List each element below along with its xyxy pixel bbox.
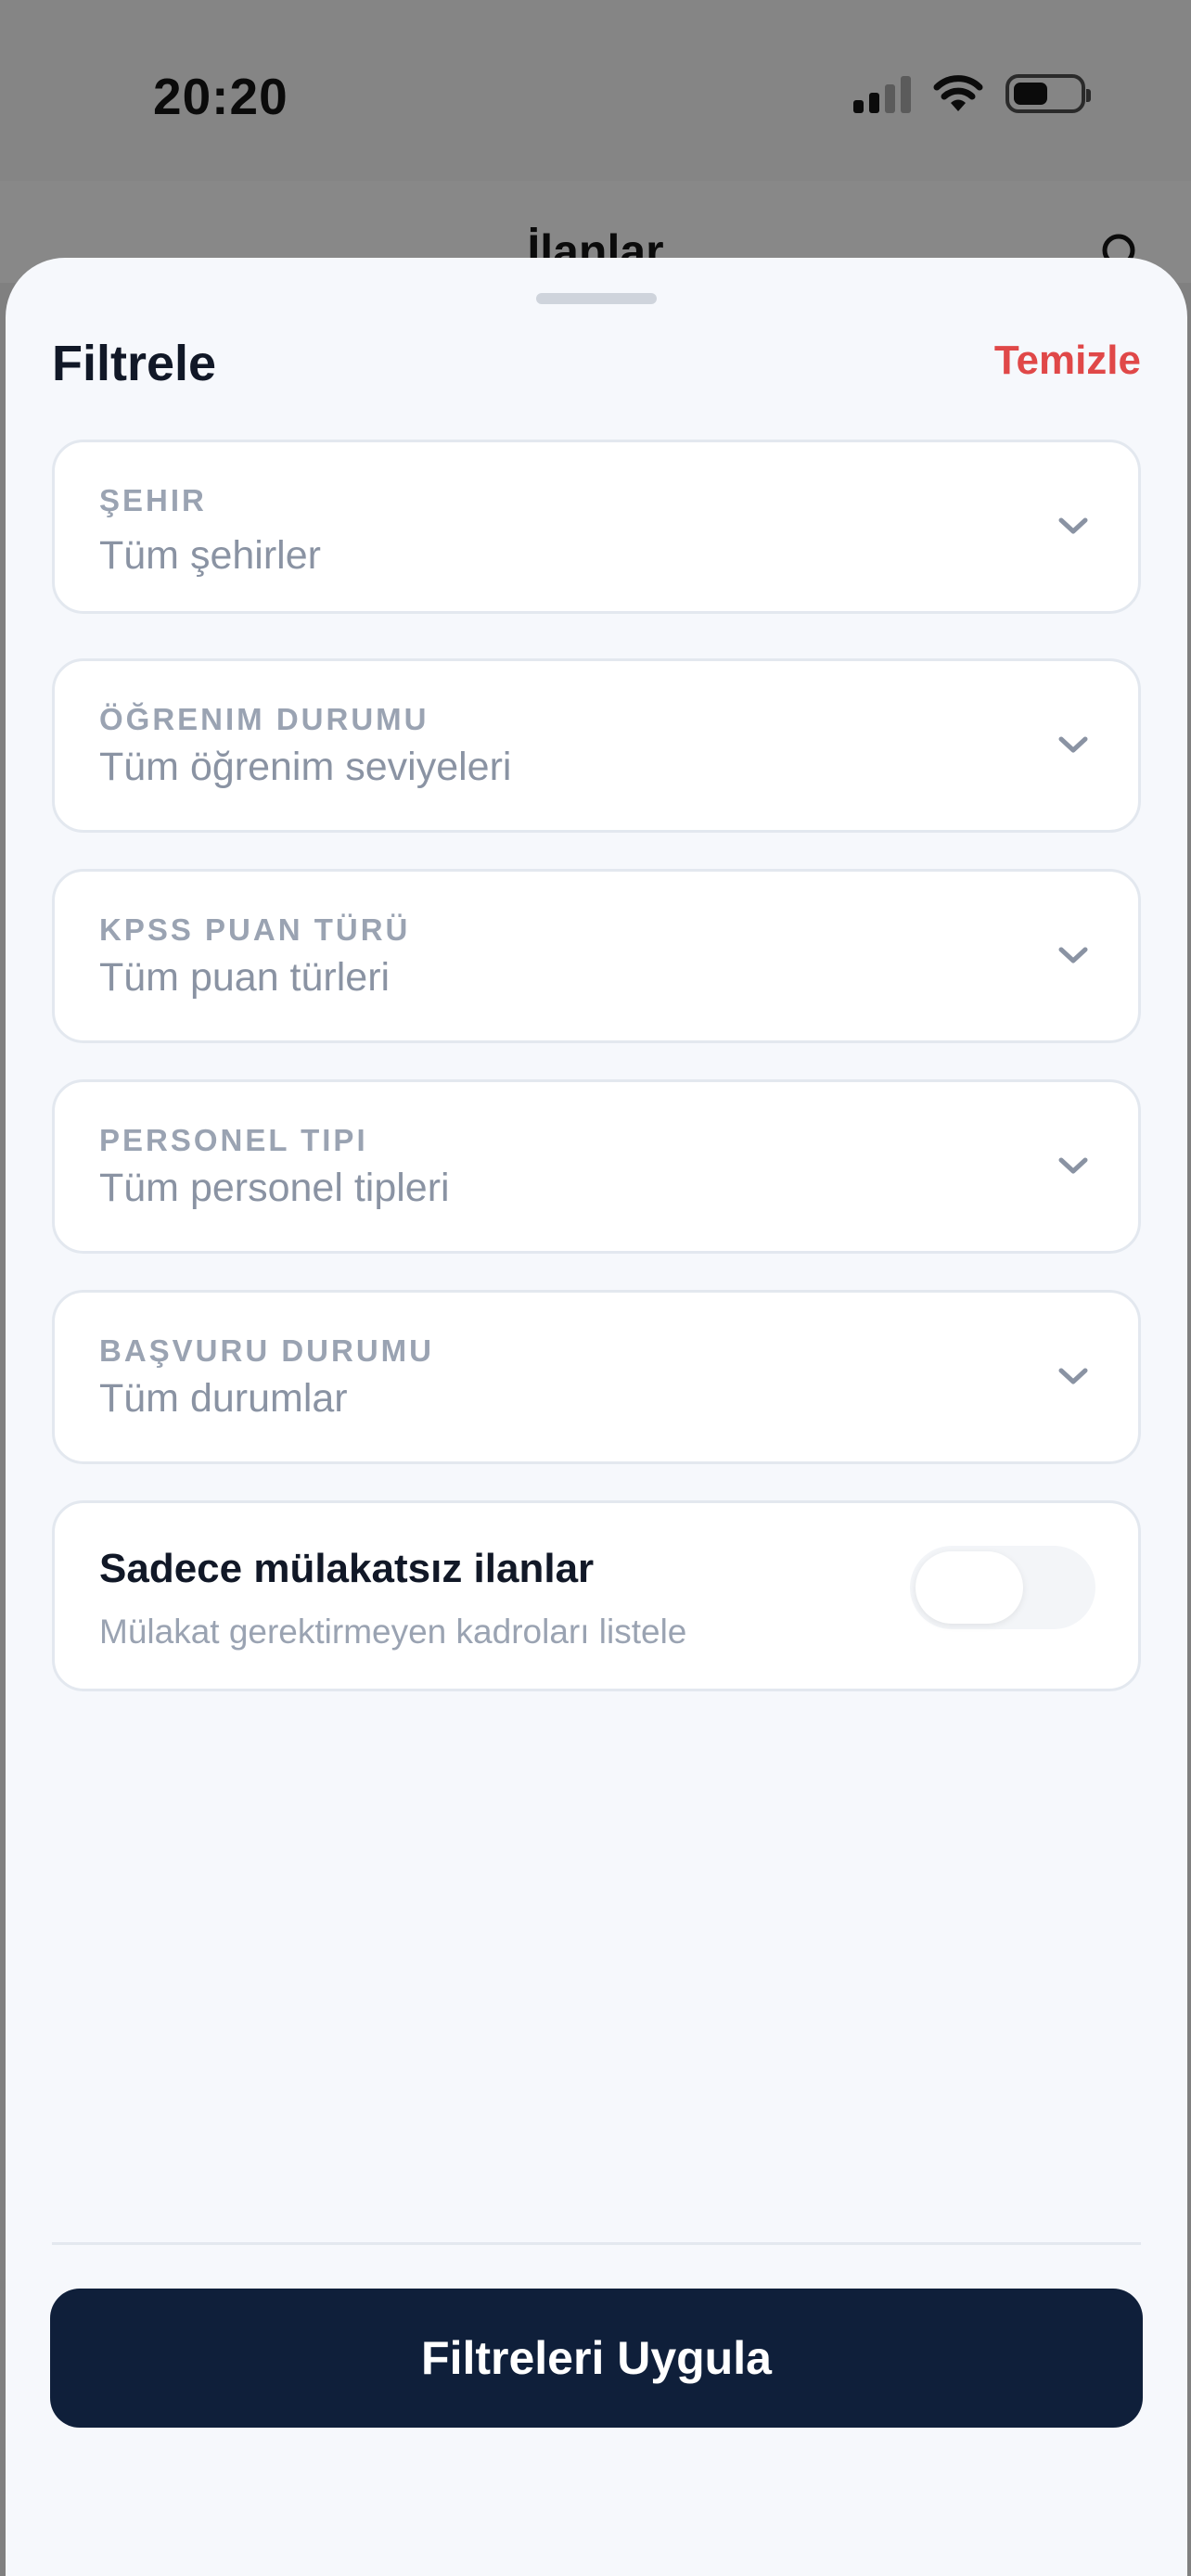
chevron-down-icon	[1058, 736, 1088, 753]
filter-sheet: Filtrele Temizle ŞEHIR Tüm şehirler ÖĞRE…	[6, 258, 1187, 2576]
filter-value: Tüm durumlar	[99, 1376, 348, 1421]
switch-knob	[916, 1551, 1023, 1624]
filter-label: KPSS PUAN TÜRÜ	[99, 912, 411, 947]
sheet-title: Filtrele	[52, 336, 217, 391]
filter-value: Tüm puan türleri	[99, 955, 391, 1000]
sheet-grabber[interactable]	[536, 293, 657, 304]
education-filter-select[interactable]: ÖĞRENIM DURUMU Tüm öğrenim seviyeleri	[52, 658, 1141, 833]
filter-value: Tüm şehirler	[99, 533, 321, 578]
apply-filters-button[interactable]: Filtreleri Uygula	[50, 2289, 1143, 2428]
battery-icon	[1005, 74, 1091, 113]
toggle-subtitle: Mülakat gerektirmeyen kadroları listele	[99, 1613, 687, 1651]
application-status-filter-select[interactable]: BAŞVURU DURUMU Tüm durumlar	[52, 1290, 1141, 1464]
chevron-down-icon	[1058, 517, 1088, 534]
clear-filters-button[interactable]: Temizle	[994, 338, 1141, 384]
no-interview-switch[interactable]	[910, 1546, 1095, 1629]
status-bar: 20:20	[0, 0, 1191, 185]
filter-value: Tüm öğrenim seviyeleri	[99, 745, 512, 789]
chevron-down-icon	[1058, 1157, 1088, 1174]
filter-label: ŞEHIR	[99, 483, 207, 517]
city-filter-select[interactable]: ŞEHIR Tüm şehirler	[52, 440, 1141, 614]
toggle-title: Sadece mülakatsız ilanlar	[99, 1546, 595, 1591]
no-interview-toggle-row: Sadece mülakatsız ilanlar Mülakat gerekt…	[52, 1500, 1141, 1691]
chevron-down-icon	[1058, 1368, 1088, 1384]
divider	[52, 2242, 1141, 2245]
personnel-type-filter-select[interactable]: PERSONEL TIPI Tüm personel tipleri	[52, 1079, 1141, 1254]
filter-label: BAŞVURU DURUMU	[99, 1333, 434, 1368]
kpss-score-type-filter-select[interactable]: KPSS PUAN TÜRÜ Tüm puan türleri	[52, 869, 1141, 1043]
filter-value: Tüm personel tipleri	[99, 1166, 450, 1210]
filter-label: ÖĞRENIM DURUMU	[99, 702, 429, 736]
filter-label: PERSONEL TIPI	[99, 1123, 368, 1157]
status-icons	[853, 70, 1091, 117]
status-time: 20:20	[153, 68, 288, 125]
chevron-down-icon	[1058, 947, 1088, 963]
cellular-signal-icon	[853, 74, 911, 113]
wifi-icon	[933, 75, 983, 111]
